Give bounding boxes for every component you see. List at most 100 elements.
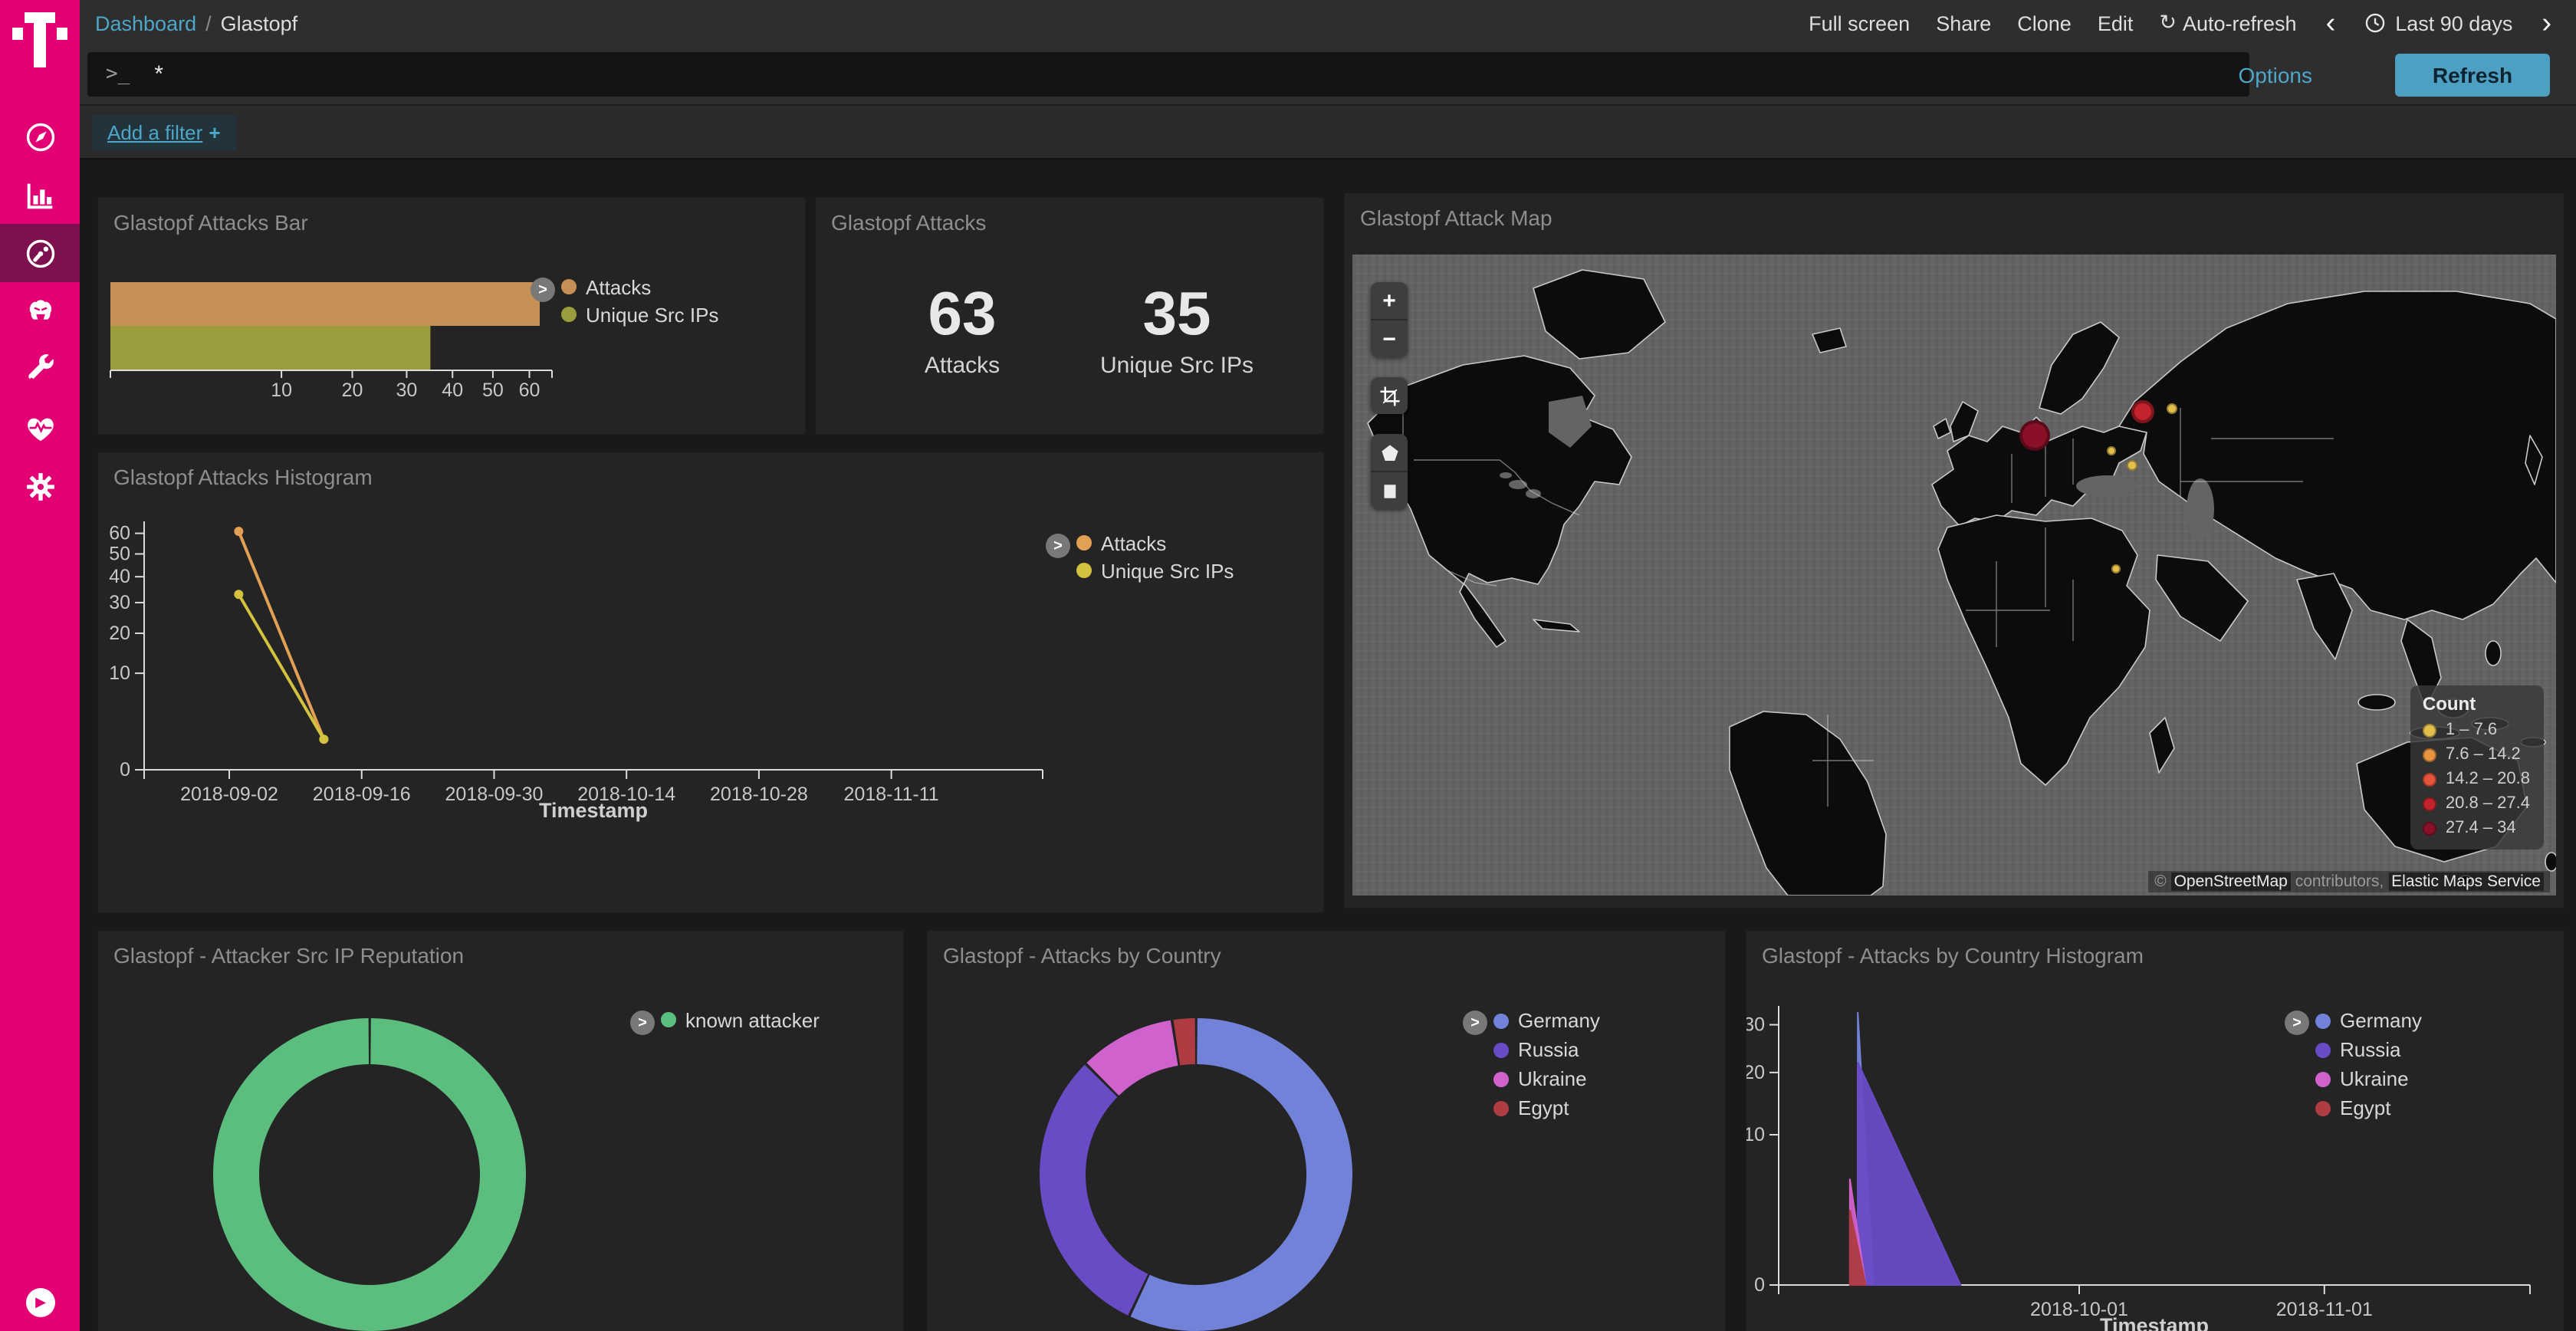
legend-label[interactable]: Egypt xyxy=(1518,1096,1569,1119)
legend-item[interactable]: Unique Src IPs xyxy=(561,301,718,328)
time-forward-button[interactable]: › xyxy=(2538,8,2555,38)
openstreetmap-link[interactable]: OpenStreetMap xyxy=(2171,873,2291,891)
legend-item[interactable]: Unique Src IPs xyxy=(1076,557,1234,584)
slice-known-attacker[interactable] xyxy=(236,1041,503,1308)
y-tick-label: 10 xyxy=(1746,1124,1765,1145)
sidebar-item-visualize[interactable] xyxy=(0,166,80,224)
auto-refresh-button[interactable]: ↻Auto-refresh xyxy=(2159,11,2296,35)
legend-item[interactable]: Attacks xyxy=(1076,529,1234,557)
panel-title[interactable]: Glastopf - Attacks by Country xyxy=(928,931,1725,980)
metric-row: 63 Attacks 35 Unique Src IPs xyxy=(816,284,1323,379)
map-zoom-in-button[interactable]: + xyxy=(1371,282,1408,319)
area-russia[interactable] xyxy=(1858,1062,1960,1285)
line-attacks[interactable] xyxy=(238,531,324,739)
x-tick-label: 2018-09-16 xyxy=(313,784,411,805)
sidebar-item-monitoring[interactable] xyxy=(0,399,80,457)
refresh-cycle-icon: ↻ xyxy=(2159,11,2177,35)
square-icon xyxy=(1378,479,1401,502)
attack-location-dot[interactable] xyxy=(2107,446,2116,455)
legend-item[interactable]: known attacker xyxy=(661,1006,820,1034)
iceland xyxy=(1812,328,1846,353)
attack-location-dot[interactable] xyxy=(2126,459,2137,470)
breadcrumb-dashboard-link[interactable]: Dashboard xyxy=(95,12,196,35)
map-draw-rectangle-button[interactable] xyxy=(1371,471,1408,509)
ireland xyxy=(1934,419,1950,439)
map-draw-polygon-button[interactable] xyxy=(1371,434,1408,471)
panel-title[interactable]: Glastopf Attack Map xyxy=(1345,193,2564,242)
metric-label: Attacks xyxy=(878,353,1046,379)
legend-item[interactable]: Russia xyxy=(2315,1035,2422,1064)
reputation-donut-chart[interactable] xyxy=(213,1018,526,1331)
y-tick-label: 0 xyxy=(120,759,130,781)
legend-label[interactable]: Russia xyxy=(1518,1038,1579,1061)
legend-label[interactable]: Unique Src IPs xyxy=(586,303,718,326)
edit-button[interactable]: Edit xyxy=(2098,12,2134,35)
telekom-logo[interactable] xyxy=(12,9,67,71)
panel-title[interactable]: Glastopf Attacks xyxy=(816,198,1323,247)
elastic-maps-service-link[interactable]: Elastic Maps Service xyxy=(2388,873,2544,891)
legend-expand-icon[interactable]: > xyxy=(2285,1011,2309,1035)
main-area: Dashboard / Glastopf Full screen Share C… xyxy=(80,0,2576,1331)
legend-label[interactable]: Attacks xyxy=(1101,531,1166,554)
bar-attacks[interactable] xyxy=(110,282,540,326)
world-map[interactable]: + − xyxy=(1352,255,2556,896)
legend-item[interactable]: Ukraine xyxy=(2315,1064,2422,1093)
legend-label[interactable]: Ukraine xyxy=(1518,1067,1587,1090)
legend-item[interactable]: Germany xyxy=(1493,1006,1600,1035)
sidebar-item-discover[interactable] xyxy=(0,107,80,166)
search-input[interactable]: >_ * xyxy=(87,52,2249,97)
legend-item[interactable]: Egypt xyxy=(1493,1093,1600,1122)
attack-location-dot[interactable] xyxy=(2131,399,2154,422)
x-tick-label: 10 xyxy=(271,380,292,401)
country-donut-chart[interactable] xyxy=(1040,1018,1352,1331)
legend-label[interactable]: Germany xyxy=(2340,1009,2422,1032)
legend-label[interactable]: Unique Src IPs xyxy=(1101,559,1234,582)
legend-expand-icon[interactable]: > xyxy=(1463,1011,1487,1035)
legend-label[interactable]: Russia xyxy=(2340,1038,2401,1061)
map-zoom-out-button[interactable]: − xyxy=(1371,319,1408,357)
legend-dot-icon xyxy=(1076,563,1092,578)
share-button[interactable]: Share xyxy=(1936,12,1991,35)
country-histogram-chart[interactable]: 01020302018-10-012018-11-01Timestamp xyxy=(1746,931,2564,1331)
sidebar-item-dashboard[interactable] xyxy=(0,224,80,282)
sidebar-expand-button[interactable]: ▶ xyxy=(26,1288,55,1317)
attack-location-dot[interactable] xyxy=(2111,564,2121,573)
data-point[interactable] xyxy=(234,527,243,536)
clone-button[interactable]: Clone xyxy=(2017,12,2072,35)
legend-label[interactable]: known attacker xyxy=(685,1008,820,1031)
line-unique-src-ips[interactable] xyxy=(238,594,324,739)
attack-location-dot[interactable] xyxy=(2166,403,2177,413)
legend-expand-icon[interactable]: > xyxy=(630,1011,655,1035)
time-range-picker[interactable]: Last 90 days xyxy=(2364,12,2512,35)
legend-item[interactable]: Russia xyxy=(1493,1035,1600,1064)
sidebar-item-dev-tools[interactable] xyxy=(0,340,80,399)
x-axis-title: Timestamp xyxy=(539,799,648,822)
refresh-button[interactable]: Refresh xyxy=(2395,54,2550,97)
x-tick-label: 40 xyxy=(442,380,463,401)
legend-label[interactable]: Germany xyxy=(1518,1009,1600,1032)
add-filter-button[interactable]: Add a filter+ xyxy=(92,115,236,150)
legend-label[interactable]: Egypt xyxy=(2340,1096,2391,1119)
legend-item[interactable]: Germany xyxy=(2315,1006,2422,1035)
sidebar-item-timelion[interactable] xyxy=(0,282,80,340)
legend-expand-icon[interactable]: > xyxy=(1046,534,1070,558)
x-tick-label: 2018-10-28 xyxy=(710,784,808,805)
attacks-histogram-chart[interactable]: 01020304050602018-09-022018-09-162018-09… xyxy=(98,452,1323,912)
attack-location-dot[interactable] xyxy=(2019,420,2050,451)
query-options-link[interactable]: Options xyxy=(2239,46,2313,104)
legend-expand-icon[interactable]: > xyxy=(531,278,555,302)
legend-item[interactable]: Egypt xyxy=(2315,1093,2422,1122)
legend-label[interactable]: Attacks xyxy=(586,275,651,298)
map-fit-bounds-button[interactable] xyxy=(1371,377,1408,414)
legend-range-label: 14.2 – 20.8 xyxy=(2446,770,2530,788)
full-screen-button[interactable]: Full screen xyxy=(1809,12,1910,35)
legend-item[interactable]: Ukraine xyxy=(1493,1064,1600,1093)
sidebar-item-management[interactable] xyxy=(0,457,80,515)
time-back-button[interactable]: ‹ xyxy=(2323,8,2339,38)
bar-unique-src-ips[interactable] xyxy=(110,326,430,370)
data-point[interactable] xyxy=(319,735,328,744)
legend-label[interactable]: Ukraine xyxy=(2340,1067,2409,1090)
legend-item[interactable]: Attacks xyxy=(561,273,718,301)
panel-title[interactable]: Glastopf - Attacker Src IP Reputation xyxy=(98,931,903,980)
data-point[interactable] xyxy=(234,590,243,599)
